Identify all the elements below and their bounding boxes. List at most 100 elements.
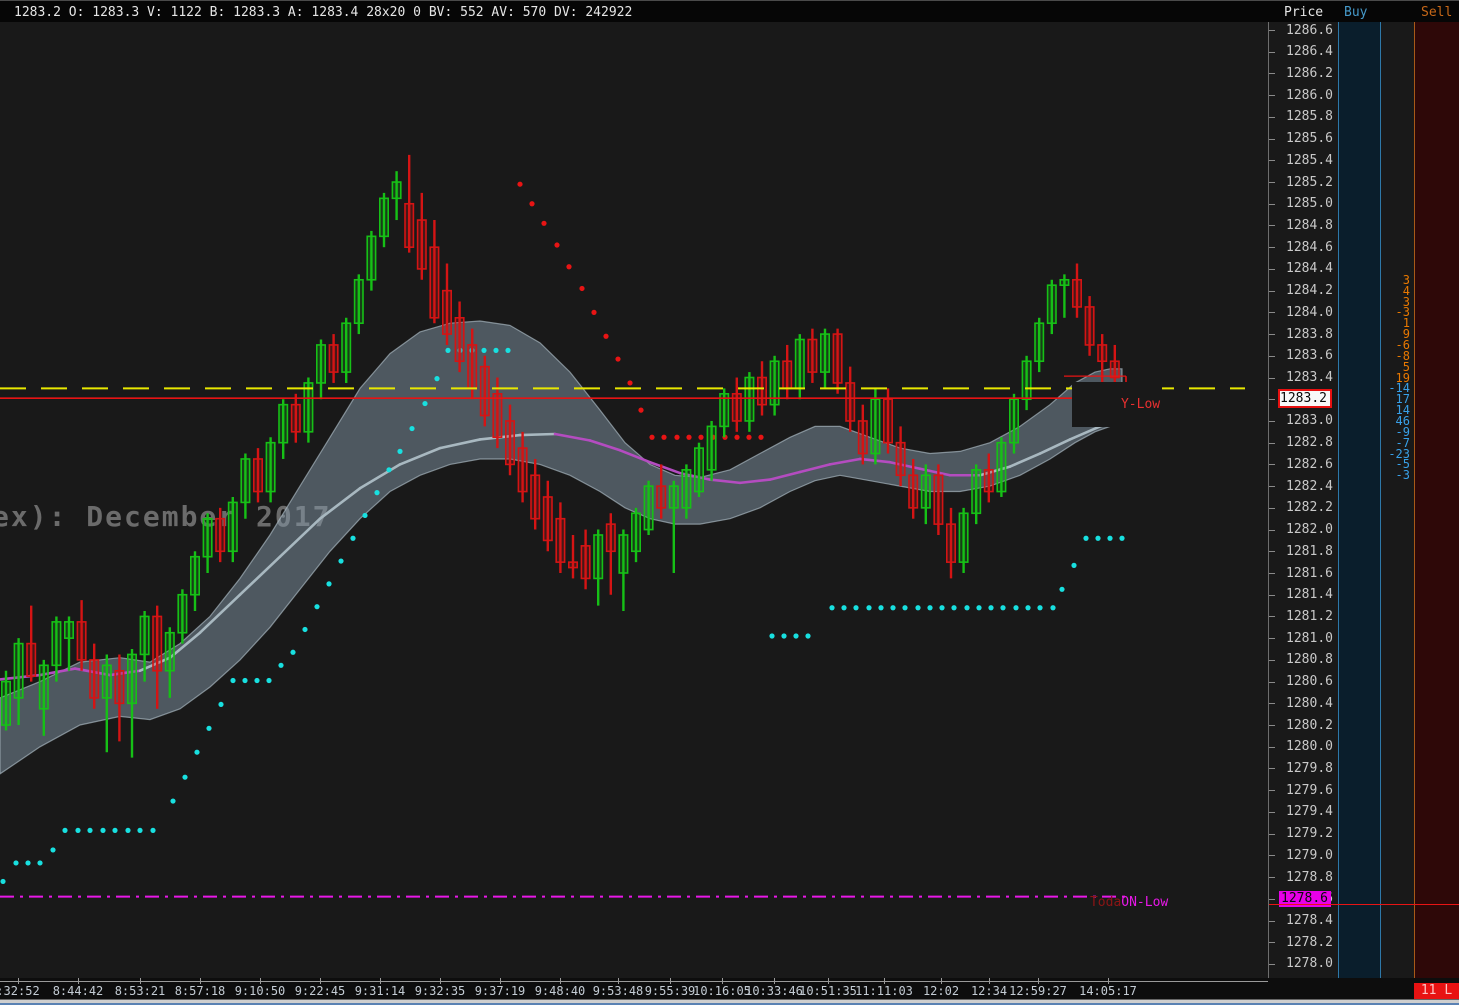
candlestick bbox=[265, 437, 276, 503]
sar-dot-long bbox=[1037, 605, 1043, 611]
sar-dot-long bbox=[939, 605, 945, 611]
sar-dot-long bbox=[434, 376, 440, 382]
price-label: 1280.6 bbox=[1286, 674, 1333, 690]
sar-dot-long bbox=[242, 677, 248, 684]
sar-dot-long bbox=[505, 347, 511, 353]
candlestick bbox=[227, 496, 238, 563]
sar-dot-long bbox=[218, 701, 224, 708]
sar-dot-long bbox=[338, 558, 344, 564]
time-label: 9:55:39 bbox=[644, 984, 696, 998]
time-label: 9:22:45 bbox=[294, 984, 346, 998]
price-label: 1282.8 bbox=[1286, 435, 1333, 451]
price-tick bbox=[1269, 225, 1275, 227]
price-label: 1282.2 bbox=[1286, 500, 1333, 516]
sell-column-header[interactable]: Sell bbox=[1421, 5, 1452, 20]
sar-dot-short bbox=[758, 434, 764, 440]
sar-dot-long bbox=[0, 878, 6, 885]
candlestick bbox=[794, 334, 805, 400]
candlestick bbox=[845, 366, 856, 432]
candlestick bbox=[1021, 355, 1032, 411]
sar-dot-long bbox=[194, 749, 200, 755]
price-tick bbox=[1269, 855, 1275, 857]
price-label: 1279.4 bbox=[1286, 804, 1333, 820]
price-tick bbox=[1269, 268, 1275, 270]
chart-area[interactable]: ex): December 2017 Y-Low TodaON-Low bbox=[0, 22, 1268, 978]
candlestick bbox=[668, 480, 679, 573]
sar-dot-long bbox=[125, 827, 131, 833]
price-tick bbox=[1269, 30, 1275, 31]
time-label: 12:59:27 bbox=[1009, 984, 1067, 998]
candlestick bbox=[1072, 263, 1083, 318]
price-label: 1282.4 bbox=[1286, 478, 1333, 494]
sar-dot-long bbox=[493, 347, 499, 353]
time-label: 8:53:21 bbox=[114, 984, 166, 998]
price-label: 1284.4 bbox=[1286, 261, 1333, 277]
price-tick bbox=[1269, 725, 1275, 727]
price-tick bbox=[1269, 116, 1275, 118]
candlestick bbox=[782, 344, 793, 400]
candlestick bbox=[832, 328, 843, 394]
buy-column-header[interactable]: Buy bbox=[1344, 5, 1367, 20]
price-label: 1279.0 bbox=[1286, 847, 1333, 863]
sar-dot-long bbox=[362, 512, 368, 519]
price-label: 1278.0 bbox=[1286, 956, 1333, 972]
y-low-label: Y-Low bbox=[1072, 382, 1163, 427]
candlestick bbox=[693, 442, 704, 497]
price-label: 1283.6 bbox=[1286, 348, 1333, 364]
time-label: 11:11:03 bbox=[855, 984, 913, 998]
sar-dot-long bbox=[927, 605, 933, 611]
sar-dot-short bbox=[746, 434, 752, 440]
sar-dot-long bbox=[50, 847, 56, 853]
price-label: 1285.6 bbox=[1286, 131, 1333, 147]
sar-dot-long bbox=[182, 774, 188, 780]
horizontal-scrollbar[interactable] bbox=[0, 999, 1459, 1005]
sar-dot-long bbox=[841, 605, 847, 611]
current-price-cell: 1283.2 bbox=[1278, 389, 1332, 409]
price-tick bbox=[1269, 877, 1275, 879]
sar-dot-long bbox=[278, 662, 284, 668]
price-label: 1279.2 bbox=[1286, 826, 1333, 842]
candlestick bbox=[391, 171, 402, 221]
candlestick bbox=[945, 507, 956, 579]
sar-dot-long bbox=[137, 827, 143, 833]
price-chart[interactable] bbox=[0, 22, 1268, 978]
price-tick bbox=[1269, 963, 1275, 965]
price-label: 1281.4 bbox=[1286, 587, 1333, 603]
sar-dot-long bbox=[100, 827, 106, 833]
price-tick bbox=[1269, 203, 1275, 205]
sar-dot-short bbox=[615, 356, 621, 362]
price-tick bbox=[1269, 334, 1275, 336]
sar-dot-long bbox=[409, 425, 415, 432]
price-tick bbox=[1269, 768, 1275, 770]
candlestick bbox=[454, 301, 465, 373]
sar-dot-short bbox=[661, 434, 667, 440]
candlestick bbox=[719, 388, 730, 438]
sar-dot-long bbox=[230, 677, 236, 684]
price-label: 1279.6 bbox=[1286, 782, 1333, 798]
time-label: 9:37:19 bbox=[474, 984, 526, 998]
candlestick bbox=[127, 649, 138, 758]
sar-dot-long bbox=[150, 827, 156, 833]
candlestick bbox=[1046, 279, 1057, 335]
buy-order-column[interactable] bbox=[1338, 22, 1381, 978]
time-label: 10:33:46 bbox=[745, 984, 803, 998]
price-label: 1284.8 bbox=[1286, 217, 1333, 233]
candlestick bbox=[303, 377, 314, 443]
sell-order-column[interactable] bbox=[1414, 22, 1459, 978]
price-tick bbox=[1269, 464, 1275, 466]
candlestick bbox=[542, 480, 553, 552]
price-tick bbox=[1269, 442, 1275, 444]
candlestick bbox=[593, 529, 604, 606]
price-tick bbox=[1269, 290, 1275, 292]
sar-dot-long bbox=[829, 605, 835, 611]
price-tick bbox=[1269, 920, 1275, 922]
sar-dot-long bbox=[112, 827, 118, 833]
sar-dot-long bbox=[1000, 605, 1006, 611]
sar-dot-long bbox=[890, 605, 896, 611]
sar-dot-long bbox=[1119, 535, 1125, 541]
candlestick bbox=[643, 480, 654, 535]
price-tick bbox=[1269, 746, 1275, 748]
candlestick bbox=[958, 507, 969, 573]
candlestick bbox=[769, 355, 780, 416]
candlestick bbox=[315, 339, 326, 400]
